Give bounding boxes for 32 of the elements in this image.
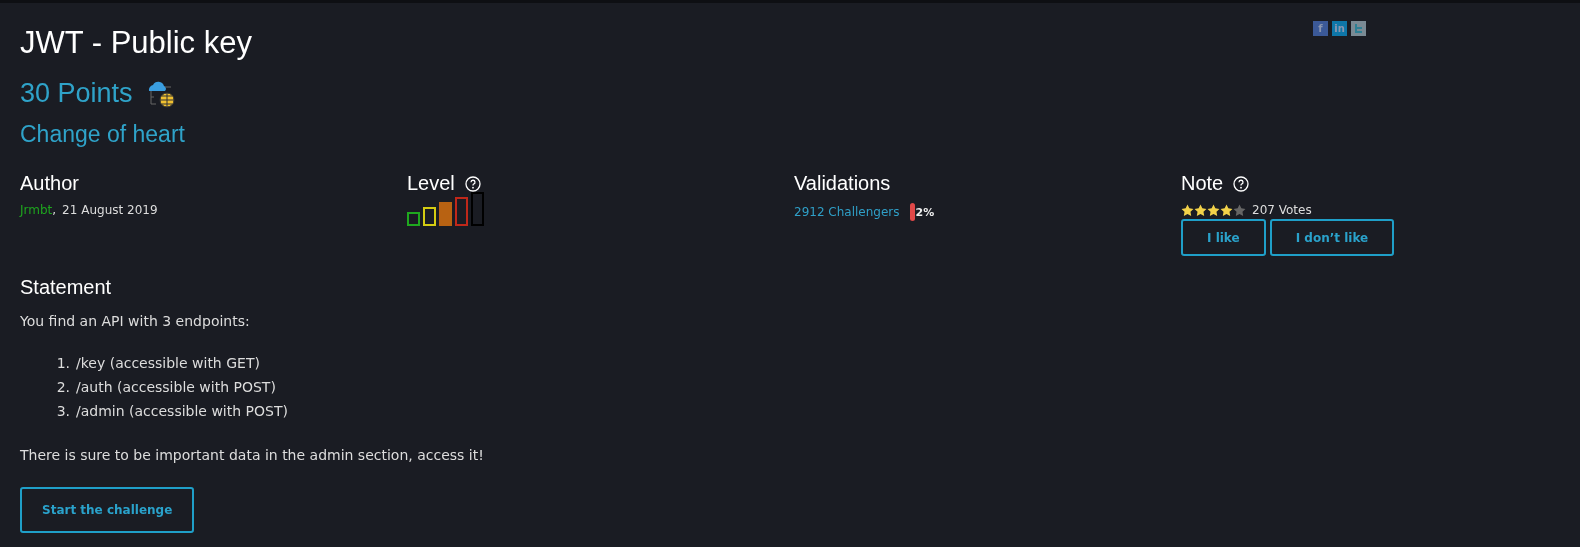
challenge-subtitle: Change of heart bbox=[20, 121, 186, 148]
star-icon bbox=[1233, 203, 1246, 217]
statement-text: You find an API with 3 endpoints: bbox=[20, 313, 251, 329]
section-heading: Statement bbox=[20, 276, 113, 299]
success-rate: 2% bbox=[915, 205, 935, 219]
section-heading: Level bbox=[407, 172, 455, 195]
start-challenge-button[interactable]: Start the challenge bbox=[20, 487, 195, 533]
star-icon bbox=[1181, 203, 1194, 217]
list-number: 3. bbox=[55, 403, 70, 419]
points-value: 30 Points bbox=[20, 77, 133, 109]
star-icon bbox=[1194, 203, 1207, 217]
vote-count: 207 Votes bbox=[1252, 203, 1312, 217]
list-number: 1. bbox=[55, 355, 70, 371]
list-number: 2. bbox=[55, 379, 70, 395]
section-heading: Note bbox=[1181, 172, 1224, 195]
success-rate-bar bbox=[909, 203, 915, 221]
challengers-link[interactable]: 2912 Challengers bbox=[794, 205, 900, 219]
list-item: /admin (accessible with POST) bbox=[76, 403, 288, 419]
separator-text: , bbox=[52, 203, 57, 217]
statement-text: There is sure to be important data in the admin section, access it! bbox=[20, 447, 485, 463]
list-item: /auth (accessible with POST) bbox=[76, 379, 276, 395]
list-item: /key (accessible with GET) bbox=[76, 355, 260, 371]
section-heading: Author bbox=[20, 172, 80, 195]
vote-button[interactable]: I like bbox=[1181, 219, 1266, 256]
help-icon[interactable] bbox=[1233, 175, 1250, 192]
help-icon[interactable] bbox=[464, 175, 481, 192]
vote-button[interactable]: I don’t like bbox=[1269, 219, 1395, 256]
challenge-title: JWT - Public key bbox=[20, 25, 252, 61]
star-icon bbox=[1207, 203, 1220, 217]
section-heading: Validations bbox=[794, 172, 892, 195]
date-text: 21 August 2019 bbox=[62, 203, 158, 217]
star-icon bbox=[1220, 203, 1233, 217]
